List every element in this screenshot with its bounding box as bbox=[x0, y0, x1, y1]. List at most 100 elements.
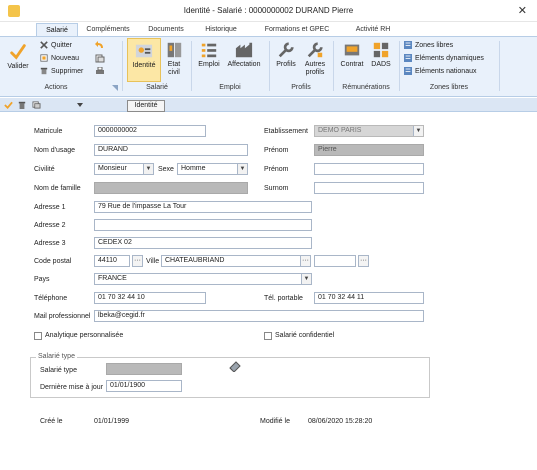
telephone-label: Téléphone bbox=[34, 295, 68, 302]
tab-formations-gpec[interactable]: Formations et GPEC bbox=[249, 23, 345, 36]
undo-icon[interactable] bbox=[95, 41, 105, 49]
matricule-field[interactable]: 0000000002 bbox=[94, 125, 206, 137]
contrat-button[interactable]: Contrat bbox=[337, 41, 367, 69]
ribbon: Valider Quitter Nouveau Supprimer Action… bbox=[0, 36, 537, 97]
affectation-label: Affectation bbox=[227, 61, 261, 68]
supprimer-button[interactable]: Supprimer bbox=[40, 67, 83, 77]
civilite-select[interactable]: Monsieur ▼ bbox=[94, 163, 154, 175]
identite-button[interactable]: Identité bbox=[127, 38, 161, 82]
group-label-remunerations: Rémunérations bbox=[342, 84, 390, 91]
supprimer-icon bbox=[40, 67, 48, 75]
chevron-down-icon: ▼ bbox=[237, 164, 247, 174]
ville-label: Ville bbox=[146, 258, 160, 265]
sexe-label: Sexe bbox=[158, 166, 174, 173]
zones-libres-button[interactable]: Zones libres bbox=[404, 41, 453, 51]
dads-button[interactable]: DADS bbox=[368, 41, 394, 69]
elements-nationaux-button[interactable]: Eléments nationaux bbox=[404, 67, 476, 77]
quitter-button[interactable]: Quitter bbox=[40, 41, 72, 51]
telephone-field[interactable]: 01 70 32 44 10 bbox=[94, 292, 206, 304]
contrat-icon bbox=[344, 44, 360, 56]
nom-famille-label: Nom de famille bbox=[34, 185, 81, 192]
elements-dynamiques-icon bbox=[404, 54, 412, 63]
adresse1-field[interactable]: 79 Rue de l'impasse La Tour bbox=[94, 201, 312, 213]
pays-select[interactable]: FRANCE ▼ bbox=[94, 273, 312, 285]
ville-lookup-button[interactable]: ··· bbox=[300, 255, 311, 267]
delete-icon[interactable] bbox=[18, 101, 26, 109]
emploi-label: Emploi bbox=[198, 61, 220, 68]
cree-value: 01/01/1999 bbox=[94, 418, 130, 425]
sexe-select[interactable]: Homme ▼ bbox=[177, 163, 248, 175]
window-title: Identité - Salarié : 0000000002 DURAND P… bbox=[183, 6, 354, 15]
code-postal-label: Code postal bbox=[34, 258, 72, 265]
etat-civil-button[interactable]: Etat civil bbox=[163, 41, 185, 77]
autres-profils-label: Autres profils bbox=[304, 61, 326, 76]
separator bbox=[399, 41, 400, 91]
elements-dynamiques-button[interactable]: Eléments dynamiques bbox=[404, 54, 484, 64]
tab-documents[interactable]: Documents bbox=[140, 23, 192, 36]
tab-activite-rh[interactable]: Activité RH bbox=[346, 23, 400, 36]
derniere-maj-label: Dernière mise à jour bbox=[40, 384, 104, 391]
close-icon[interactable]: ✕ bbox=[518, 4, 527, 17]
tel-portable-label: Tél. portable bbox=[264, 295, 303, 302]
chevron-down-icon: ▼ bbox=[143, 164, 153, 174]
contrat-label: Contrat bbox=[340, 61, 364, 68]
cree-label: Créé le bbox=[40, 418, 63, 425]
chevron-down-icon: ▼ bbox=[301, 274, 311, 284]
autres-profils-button[interactable]: Autres profils bbox=[300, 41, 330, 77]
group-label-salarie: Salarié bbox=[146, 84, 168, 91]
profils-button[interactable]: Profils bbox=[273, 41, 299, 69]
etablissement-value: DEMO PARIS bbox=[318, 127, 362, 134]
tab-historique[interactable]: Historique bbox=[195, 23, 247, 36]
print-icon[interactable] bbox=[95, 67, 105, 76]
zones-libres-icon bbox=[404, 41, 412, 50]
confidentiel-checkbox[interactable] bbox=[264, 332, 272, 340]
derniere-maj-field[interactable]: 01/01/1900 bbox=[106, 380, 182, 392]
separator bbox=[333, 41, 334, 91]
analytique-label: Analytique personnalisée bbox=[45, 332, 124, 339]
valider-check-icon bbox=[10, 44, 26, 60]
profils-label: Profils bbox=[276, 61, 296, 68]
ville-extra-lookup-button[interactable]: ··· bbox=[358, 255, 369, 267]
eraser-icon[interactable] bbox=[228, 360, 242, 372]
mail-field[interactable]: lbeka@cegid.fr bbox=[94, 310, 424, 322]
tab-complements[interactable]: Compléments bbox=[80, 23, 136, 36]
copy-icon[interactable] bbox=[32, 101, 41, 109]
copy-icon[interactable] bbox=[95, 54, 105, 63]
save-check-icon[interactable] bbox=[4, 101, 13, 109]
customize-toolbar-icon[interactable] bbox=[77, 102, 83, 108]
zones-libres-label: Zones libres bbox=[415, 42, 454, 49]
affectation-button[interactable]: Affectation bbox=[224, 41, 264, 69]
identite-label: Identité bbox=[132, 62, 156, 69]
surnom-label: Surnom bbox=[264, 185, 289, 192]
valider-button[interactable]: Valider bbox=[4, 43, 32, 71]
code-postal-lookup-button[interactable]: ··· bbox=[132, 255, 143, 267]
salarie-type-group-title: Salarié type bbox=[36, 353, 77, 360]
adresse3-field[interactable]: CEDEX 02 bbox=[94, 237, 312, 249]
etat-civil-label: Etat civil bbox=[167, 61, 181, 76]
prenom2-field[interactable] bbox=[314, 163, 424, 175]
ville-extra-field[interactable] bbox=[314, 255, 356, 267]
tel-portable-field[interactable]: 01 70 32 44 11 bbox=[314, 292, 424, 304]
emploi-button[interactable]: Emploi bbox=[195, 41, 223, 69]
elements-nationaux-label: Eléments nationaux bbox=[415, 68, 477, 75]
actions-expand-icon[interactable] bbox=[112, 85, 118, 91]
surnom-field[interactable] bbox=[314, 182, 424, 194]
separator bbox=[191, 41, 192, 91]
nouveau-icon bbox=[40, 54, 48, 62]
mail-label: Mail professionnel bbox=[34, 313, 91, 320]
adresse1-label: Adresse 1 bbox=[34, 204, 66, 211]
nouveau-label: Nouveau bbox=[51, 55, 80, 62]
tooltip: Identité bbox=[127, 100, 165, 112]
modifie-label: Modifié le bbox=[260, 418, 290, 425]
modifie-value: 08/06/2020 15:28:20 bbox=[308, 418, 373, 425]
title-bar: Identité - Salarié : 0000000002 DURAND P… bbox=[0, 0, 537, 22]
adresse2-field[interactable] bbox=[94, 219, 312, 231]
analytique-checkbox[interactable] bbox=[34, 332, 42, 340]
nouveau-button[interactable]: Nouveau bbox=[40, 54, 79, 64]
nom-usage-field[interactable]: DURAND bbox=[94, 144, 248, 156]
group-label-actions: Actions bbox=[44, 84, 68, 91]
tab-salarie[interactable]: Salarié bbox=[36, 23, 78, 36]
ville-field[interactable]: CHATEAUBRIAND bbox=[161, 255, 308, 267]
group-label-zones-libres: Zones libres bbox=[429, 84, 469, 91]
code-postal-field[interactable]: 44110 bbox=[94, 255, 130, 267]
